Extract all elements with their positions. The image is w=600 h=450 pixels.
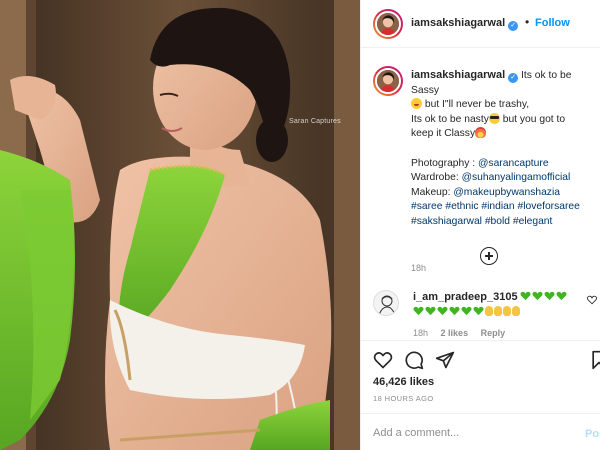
bookmark-icon[interactable]	[589, 350, 600, 370]
photography-label: Photography :	[411, 157, 478, 169]
commenter-username[interactable]: i_am_pradeep_3105	[413, 291, 518, 303]
comment-text: i_am_pradeep_3105	[413, 290, 585, 320]
post-photo[interactable]: Saran Captures	[0, 0, 360, 450]
ok-hand-emoji-icon	[503, 306, 511, 316]
add-comment-input[interactable]	[373, 424, 573, 442]
post-time-ago: 18 HOURS AGO	[373, 394, 434, 403]
hashtags-line-1[interactable]: #saree #ethnic #indian #loveforsaree	[411, 200, 597, 215]
verified-icon: ✓	[508, 73, 519, 83]
separator-dot: •	[525, 15, 530, 29]
verified-icon: ✓	[508, 21, 519, 31]
green-heart-icon	[544, 291, 555, 301]
makeup-label: Makeup:	[411, 186, 454, 198]
post-comment-button[interactable]: Post	[585, 428, 600, 440]
green-heart-icon	[532, 291, 543, 301]
avatar-icon	[377, 13, 399, 35]
comment-time: 18h	[413, 328, 429, 338]
heart-icon[interactable]	[373, 350, 393, 370]
green-heart-icon	[449, 306, 460, 316]
likes-count[interactable]: 46,426 likes	[373, 376, 434, 388]
add-comment-bar: Post	[361, 413, 600, 450]
green-heart-icon	[425, 306, 436, 316]
caption-line-3b: but you got to	[502, 113, 566, 125]
ok-hand-emoji-icon	[512, 306, 520, 316]
caption-block: iamsakshiagarwal ✓ Its ok to be Sassy but…	[361, 48, 600, 273]
ok-hand-emoji-icon	[485, 306, 493, 316]
reply-button[interactable]: Reply	[481, 328, 506, 338]
wardrobe-mention[interactable]: @suhanyalingamofficial	[462, 172, 571, 183]
hashtags-line-2[interactable]: #sakshiagarwal #bold #elegant	[411, 215, 597, 230]
post-actions-bar	[361, 340, 600, 378]
post-side-panel: iamsakshiagarwal ✓ • Follow iamsakshiagar…	[360, 0, 600, 450]
green-heart-icon	[556, 291, 567, 301]
green-heart-icon	[520, 291, 531, 301]
smile-emoji-icon	[411, 98, 422, 110]
green-heart-icon	[473, 306, 484, 316]
comment-meta: 18h 2 likes Reply	[413, 328, 515, 338]
caption-line-4: keep it Classy	[411, 128, 476, 140]
green-heart-icon	[413, 306, 424, 316]
caption-line-2: but I"ll never be trashy,	[424, 99, 530, 111]
photography-mention[interactable]: @sarancapture	[478, 158, 549, 169]
caption-timestamp: 18h	[411, 263, 427, 273]
photo-credit-watermark: Saran Captures	[289, 118, 341, 125]
comment-heart-icon[interactable]	[587, 295, 597, 305]
green-heart-icon	[437, 306, 448, 316]
post-header: iamsakshiagarwal ✓ • Follow	[361, 0, 600, 48]
post-photo-illustration	[0, 0, 360, 450]
comment-icon[interactable]	[404, 350, 424, 370]
header-username[interactable]: iamsakshiagarwal ✓	[411, 17, 519, 31]
green-heart-icon	[461, 306, 472, 316]
load-more-comments-plus-circle-icon[interactable]	[480, 247, 498, 265]
share-icon[interactable]	[435, 350, 455, 370]
makeup-mention[interactable]: @makeupbywanshazia	[453, 187, 560, 198]
caption-text: iamsakshiagarwal ✓ Its ok to be Sassy but…	[411, 68, 597, 230]
wardrobe-label: Wardrobe:	[411, 172, 462, 184]
caption-username[interactable]: iamsakshiagarwal	[411, 69, 505, 81]
author-avatar[interactable]	[373, 9, 403, 39]
comment-row: i_am_pradeep_3105 18h 2 likes Reply	[361, 286, 600, 341]
avatar-icon	[378, 295, 396, 315]
ok-hand-emoji-icon	[494, 306, 502, 316]
follow-button[interactable]: Follow	[535, 17, 570, 29]
sunglasses-emoji-icon	[488, 112, 500, 124]
header-username-text[interactable]: iamsakshiagarwal	[411, 17, 505, 29]
fire-emoji-icon	[475, 127, 487, 139]
caption-avatar[interactable]	[373, 66, 403, 96]
commenter-avatar[interactable]	[373, 290, 399, 316]
comment-likes-count[interactable]: 2 likes	[441, 328, 469, 338]
avatar-icon	[377, 70, 399, 92]
caption-line-3a: Its ok to be nasty	[411, 113, 489, 125]
